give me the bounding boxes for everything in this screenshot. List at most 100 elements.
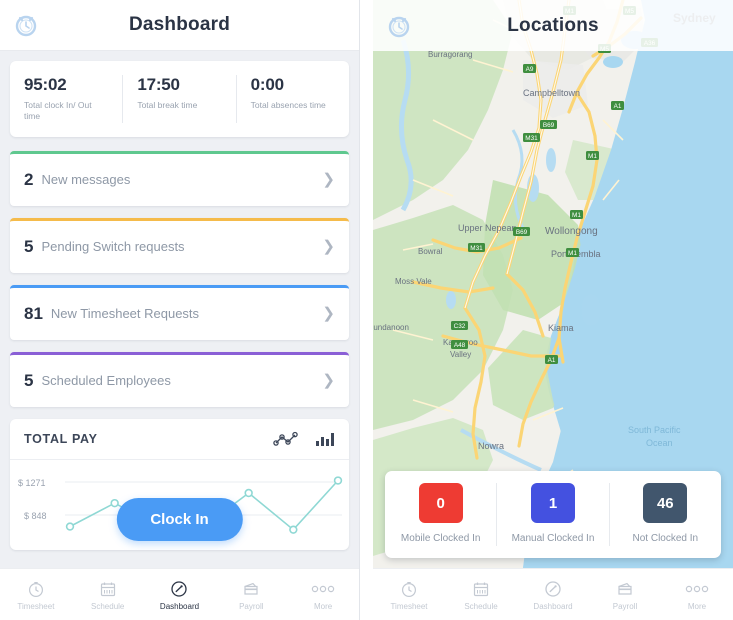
status-badge: 1 [530,483,575,523]
highway-shield-label: A9 [526,66,534,73]
tab-label: Payroll [612,602,638,611]
chevron-right-icon: ❯ [322,372,335,390]
page-title: Dashboard [128,14,231,35]
status-manual-clocked-in[interactable]: 1 Manual Clocked In [496,483,608,546]
map-view[interactable]: SydneyBurragorangCampbelltownUpper Nepea… [373,0,733,568]
row-count: 5 [24,236,34,256]
highway-shield-label: M31 [470,245,483,252]
row-count: 5 [24,370,34,390]
map-place-label: Upper Nepean [458,223,517,233]
locations-screen: SydneyBurragorangCampbelltownUpper Nepea… [373,0,733,620]
stopwatch-icon [373,578,445,599]
highway-shield-label: M31 [525,135,538,142]
tab-dashboard[interactable]: Dashboard [144,578,216,611]
map-place-label: Ocean [646,438,673,448]
highway-shield-label: A1 [548,357,556,364]
tab-label: Payroll [239,602,264,611]
chevron-right-icon: ❯ [322,305,335,323]
status-badge: 0 [418,483,463,523]
highway-shield-label: A48 [454,342,466,349]
tab-payroll[interactable]: Payroll [215,578,287,611]
tab-timesheet[interactable]: Timesheet [373,578,445,611]
row-label: Pending Switch requests [41,239,185,255]
highway-shield-label: A1 [614,103,622,110]
tab-payroll[interactable]: Payroll [589,578,661,611]
stat-value: 95:02 [24,75,67,94]
row-count: 2 [24,169,34,189]
tab-more[interactable]: More [287,578,359,611]
line-chart-icon[interactable] [273,431,299,447]
dashboard-screen: Dashboard 95:02 Total clock In/ Out time… [0,0,360,620]
map-place-label: Campbelltown [523,88,580,98]
clock-in-button[interactable]: Clock In [116,497,243,541]
summary-stats-card: 95:02 Total clock In/ Out time 17:50 Tot… [10,61,349,137]
svg-text:$ 848: $ 848 [24,511,47,521]
highway-shield-label: M1 [588,153,597,160]
tab-label: More [687,602,707,611]
tab-label: Dashboard [159,602,200,611]
tab-label: Schedule [91,602,125,611]
clock-logo-icon [385,12,413,40]
tab-schedule[interactable]: Schedule [72,578,144,611]
more-dots-icon [661,578,733,599]
total-pay-card: TOTAL PAY $ 1271 $ 848 Clock In [10,418,349,550]
calendar-icon [72,578,144,599]
page-title: Locations [507,14,599,36]
status-label: Not Clocked In [632,533,699,544]
list-item-scheduled-employees[interactable]: 5 Scheduled Employees ❯ [10,351,349,407]
locations-tabbar: Timesheet Schedule Dashboard Payroll Mor… [373,568,733,620]
map-place-label: South Pacific [628,425,681,435]
map-place-label: Kiama [548,323,574,333]
list-item-new-timesheet-requests[interactable]: 81 New Timesheet Requests ❯ [10,284,349,340]
map-place-label: Valley [450,350,471,359]
tab-timesheet[interactable]: Timesheet [0,578,72,611]
svg-text:$ 1271: $ 1271 [18,478,46,488]
clock-status-card: 0 Mobile Clocked In 1 Manual Clocked In … [385,471,721,558]
total-pay-title: TOTAL PAY [24,431,98,446]
map-place-label: Moss Vale [395,277,432,286]
dashboard-tabbar: Timesheet Schedule Dashboard Payroll Mor… [0,568,359,620]
calendar-icon [445,578,517,599]
row-label: New Timesheet Requests [50,306,200,322]
list-item-new-messages[interactable]: 2 New messages ❯ [10,150,349,206]
tab-label: Timesheet [17,602,55,611]
stat-absences-time: 0:00 Total absences time [235,75,349,123]
status-not-clocked-in[interactable]: 46 Not Clocked In [608,483,721,546]
clock-logo-icon [12,11,40,39]
tab-label: More [313,602,333,611]
gauge-icon [144,578,216,599]
row-label: Scheduled Employees [41,373,171,389]
map-place-label: Wollongong [545,226,598,237]
tab-label: Dashboard [533,602,573,611]
map-place-label: Burragorang [428,50,472,59]
row-count: 81 [24,303,43,323]
tab-schedule[interactable]: Schedule [445,578,517,611]
locations-header: Locations [373,0,733,51]
stat-break-time: 17:50 Total break time [122,75,235,123]
stat-label: Total break time [137,100,198,110]
total-pay-header: TOTAL PAY [10,419,349,460]
status-label: Mobile Clocked In [400,533,481,544]
map-place-label: Bundanoon [373,323,409,332]
stopwatch-icon [0,578,72,599]
tab-more[interactable]: More [661,578,733,611]
stat-label: Total absences time [250,100,326,110]
stat-label: Total clock In/ Out time [24,100,92,122]
bar-chart-icon[interactable] [315,431,335,447]
highway-shield-label: B69 [543,122,555,129]
total-pay-chart: $ 1271 $ 848 Clock In [10,460,349,550]
tab-label: Timesheet [390,602,428,611]
more-dots-icon [287,578,359,599]
wallet-icon [589,578,661,599]
highway-shield-label: C32 [454,323,466,330]
map-place-label: Nowra [478,441,504,451]
status-mobile-clocked-in[interactable]: 0 Mobile Clocked In [385,483,496,546]
list-item-pending-switch-requests[interactable]: 5 Pending Switch requests ❯ [10,217,349,273]
status-label: Manual Clocked In [511,533,595,544]
tab-label: Schedule [464,602,498,611]
tab-dashboard[interactable]: Dashboard [517,578,589,611]
dashboard-header: Dashboard [0,0,359,51]
gauge-icon [517,578,589,599]
stat-value: 0:00 [250,75,284,94]
dashboard-content: 95:02 Total clock In/ Out time 17:50 Tot… [0,51,359,568]
